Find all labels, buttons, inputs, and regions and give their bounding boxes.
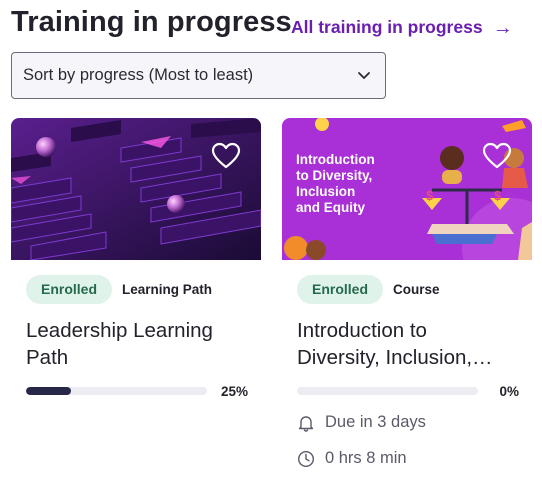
- progress-fill: [26, 387, 72, 395]
- thumbnail-title-line: Inclusion: [296, 184, 355, 199]
- duration: 0 hrs 8 min: [297, 449, 407, 468]
- training-type: Course: [393, 282, 440, 297]
- all-training-link[interactable]: All training in progress →: [291, 17, 513, 38]
- thumbnail-title-line: to Diversity,: [296, 168, 372, 183]
- training-card-diversity[interactable]: Introduction to Diversity, Inclusion and…: [282, 118, 532, 490]
- section-header: Training in progress All training in pro…: [11, 6, 531, 46]
- card-title-line: Diversity, Inclusion,…: [297, 346, 493, 369]
- stairs-illustration: [11, 118, 261, 260]
- diversity-illustration: Introduction to Diversity, Inclusion and…: [282, 118, 532, 260]
- card-meta: Enrolled Course: [297, 275, 440, 304]
- progress: 0%: [297, 384, 519, 400]
- progress-percent: 0%: [499, 384, 519, 399]
- progress-bar: [297, 387, 478, 395]
- card-title-line: Leadership Learning: [26, 319, 213, 342]
- duration-text: 0 hrs 8 min: [325, 449, 407, 467]
- card-thumbnail: Introduction to Diversity, Inclusion and…: [282, 118, 532, 260]
- card-title[interactable]: Leadership Learning Path: [26, 317, 258, 371]
- due-date: Due in 3 days: [297, 413, 426, 432]
- heart-icon[interactable]: [211, 142, 241, 169]
- training-card-leadership[interactable]: Enrolled Learning Path Leadership Learni…: [11, 118, 261, 490]
- card-meta: Enrolled Learning Path: [26, 275, 212, 304]
- thumbnail-title-line: and Equity: [296, 200, 365, 215]
- page-title: Training in progress: [11, 6, 292, 38]
- training-type: Learning Path: [122, 282, 213, 297]
- thumbnail-title-line: Introduction: [296, 152, 375, 167]
- card-thumbnail: [11, 118, 261, 260]
- chevron-down-icon: [358, 72, 370, 79]
- bell-icon: [298, 415, 314, 432]
- sort-select-value: Sort by progress (Most to least): [23, 66, 254, 84]
- progress-percent: 25%: [220, 384, 248, 399]
- due-text: Due in 3 days: [325, 413, 426, 431]
- heart-icon[interactable]: [482, 142, 512, 169]
- clock-icon: [297, 450, 315, 467]
- sort-select[interactable]: Sort by progress (Most to least): [11, 52, 386, 99]
- svg-text:$: $: [426, 188, 434, 203]
- svg-text:$: $: [494, 188, 502, 203]
- arrow-right-icon: →: [492, 16, 513, 39]
- status-badge: Enrolled: [26, 275, 113, 304]
- card-title[interactable]: Introduction to Diversity, Inclusion,…: [297, 317, 529, 371]
- progress: 25%: [26, 384, 248, 400]
- card-title-line: Path: [26, 346, 69, 369]
- card-title-line: Introduction to: [297, 319, 427, 342]
- status-badge: Enrolled: [297, 275, 384, 304]
- all-training-link-label: All training in progress: [291, 17, 483, 37]
- progress-bar: [26, 387, 207, 395]
